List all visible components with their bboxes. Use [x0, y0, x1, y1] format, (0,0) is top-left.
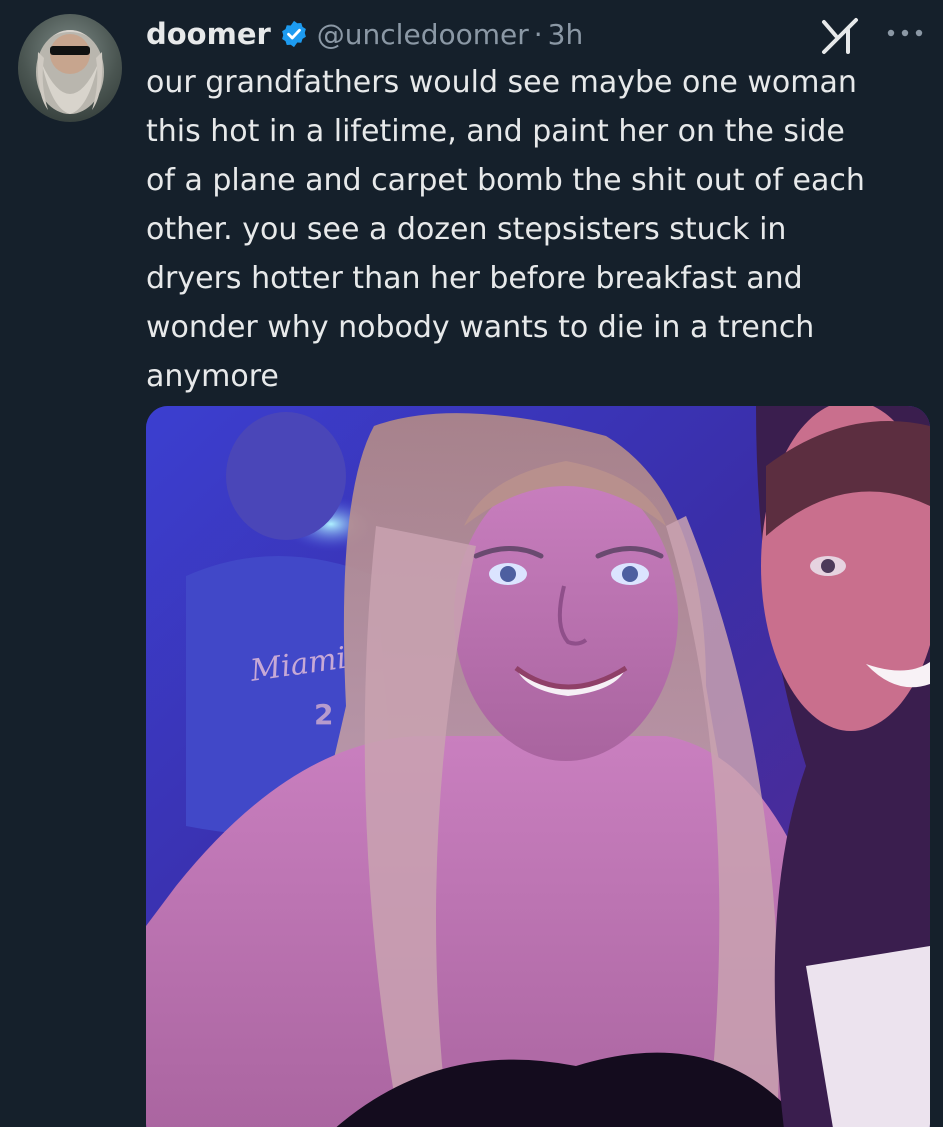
verified-badge-icon: [279, 19, 309, 49]
avatar-image: [36, 30, 104, 114]
timestamp[interactable]: 3h: [548, 18, 584, 51]
tweet-header: doomer @uncledoomer · 3h: [146, 10, 583, 58]
grok-icon[interactable]: [818, 16, 862, 56]
author-handle[interactable]: @uncledoomer: [317, 18, 529, 51]
tweet-media[interactable]: Miami 2: [146, 406, 930, 1127]
tweet-text: our grandfathers would see maybe one wom…: [146, 65, 865, 394]
separator-dot: ·: [533, 17, 543, 51]
author-name[interactable]: doomer: [146, 17, 271, 51]
tweet-photo: Miami 2: [146, 406, 930, 1127]
jersey-number: 2: [314, 698, 333, 731]
avatar[interactable]: [18, 14, 122, 122]
more-options-icon[interactable]: [882, 18, 928, 48]
tweet[interactable]: doomer @uncledoomer · 3h our grandfather…: [0, 0, 943, 1127]
